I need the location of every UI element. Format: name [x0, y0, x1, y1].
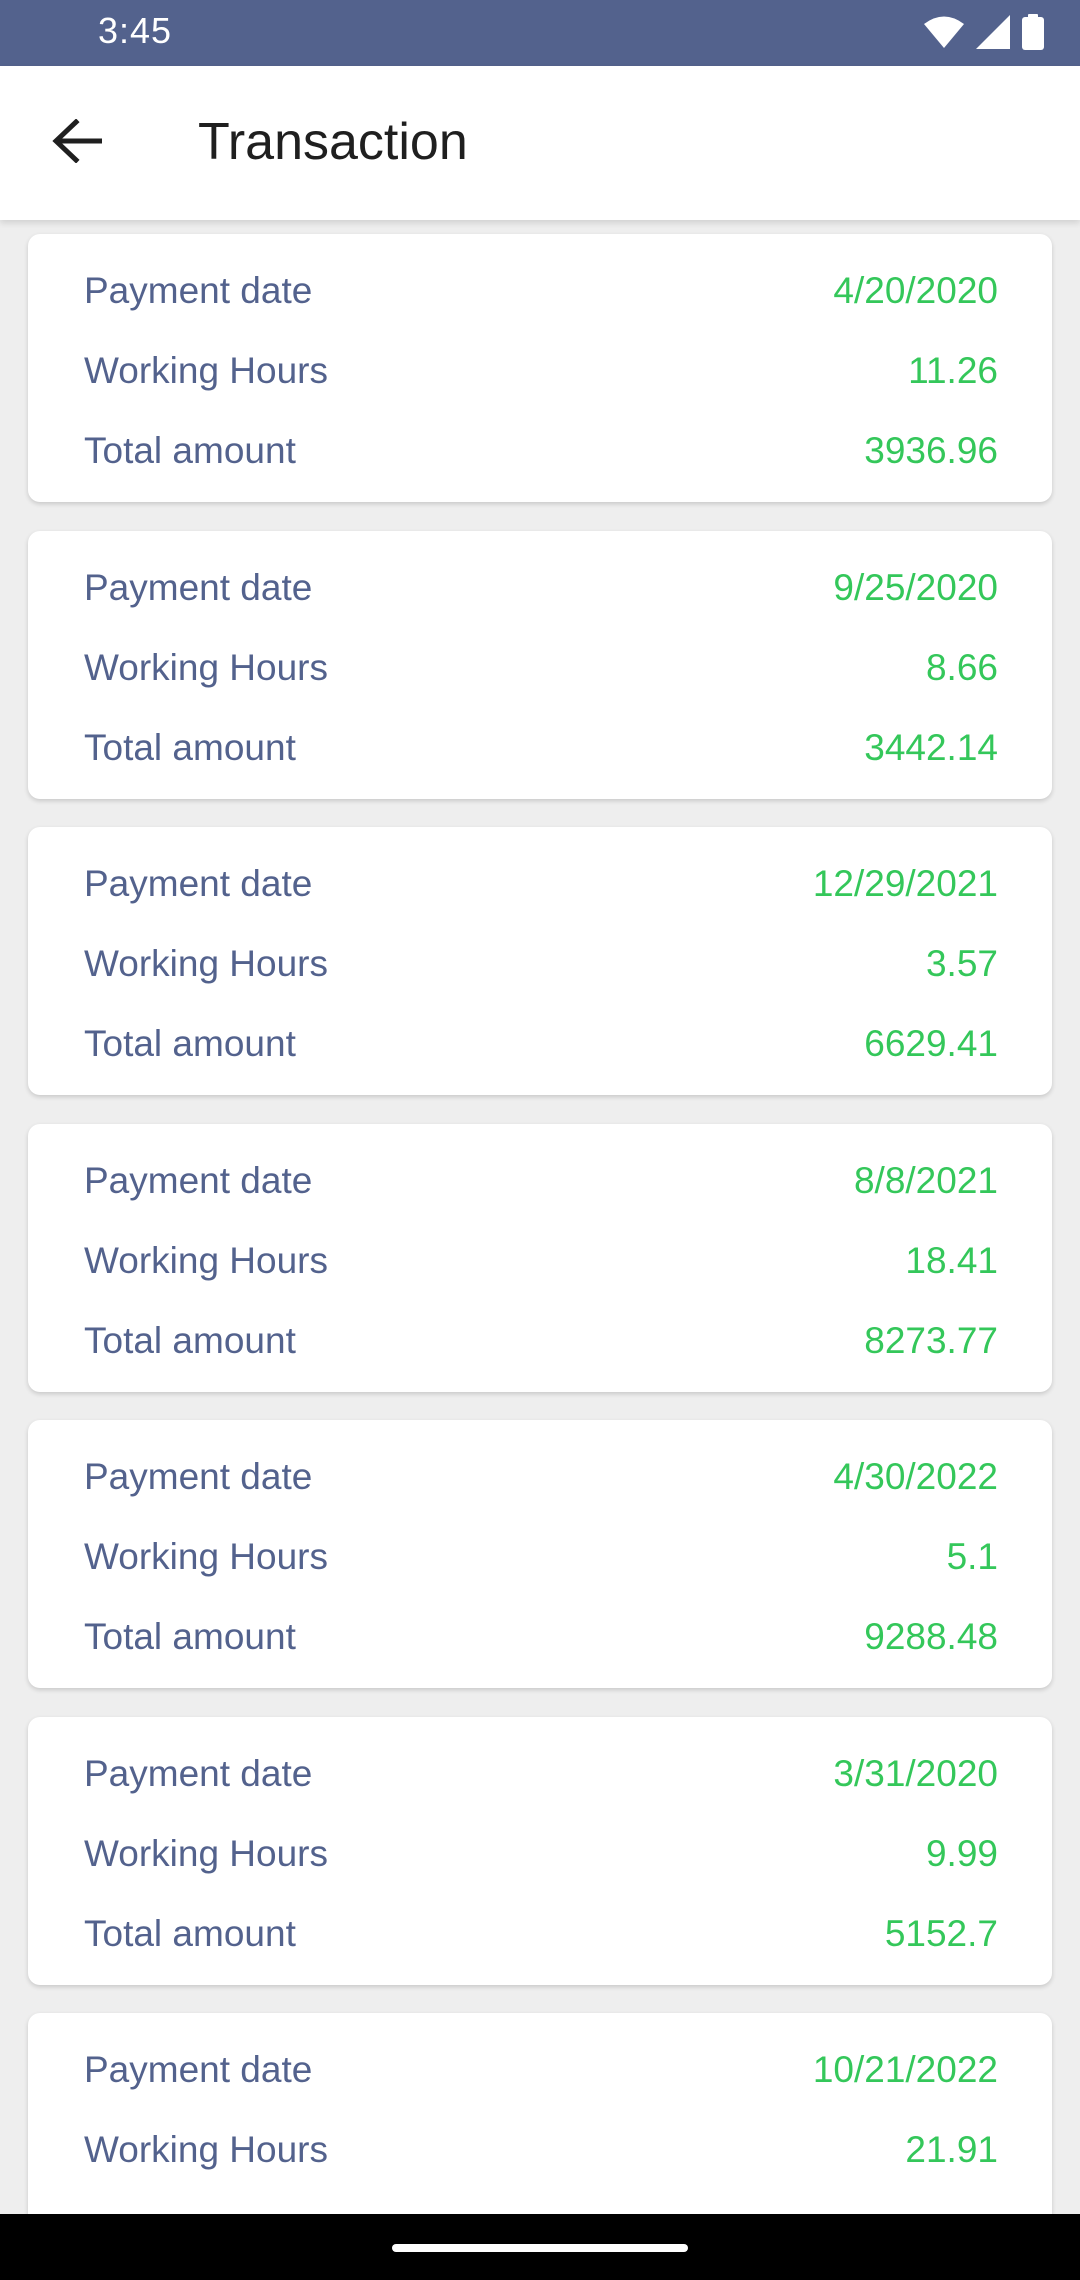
working-hours-row: Working Hours 3.57 — [84, 934, 998, 994]
wifi-icon — [924, 15, 964, 54]
working-hours-row: Working Hours 11.26 — [84, 341, 998, 401]
working-hours-value: 11.26 — [908, 350, 998, 391]
payment-date-label: Payment date — [84, 567, 313, 608]
payment-date-value: 9/25/2020 — [833, 567, 998, 608]
total-amount-label: Total amount — [84, 1320, 296, 1361]
back-button[interactable] — [44, 110, 110, 176]
working-hours-row: Working Hours 21.91 — [84, 2120, 998, 2180]
total-amount-value: 8273.77 — [864, 1320, 998, 1361]
payment-date-value: 3/31/2020 — [833, 1753, 998, 1794]
arrow-back-icon — [52, 117, 103, 168]
total-amount-row: Total amount 9288.48 — [84, 1607, 998, 1667]
payment-date-row: Payment date 10/21/2022 — [84, 2040, 998, 2100]
status-icons — [924, 13, 1044, 55]
total-amount-value: 3442.14 — [864, 727, 998, 768]
working-hours-label: Working Hours — [84, 1833, 329, 1874]
working-hours-row: Working Hours 9.99 — [84, 1824, 998, 1884]
transaction-card[interactable]: Payment date 9/25/2020 Working Hours 8.6… — [28, 531, 1052, 799]
total-amount-label: Total amount — [84, 430, 296, 471]
total-amount-label: Total amount — [84, 1616, 296, 1657]
working-hours-value: 8.66 — [925, 647, 998, 688]
working-hours-row: Working Hours 5.1 — [84, 1527, 998, 1587]
transaction-card[interactable]: Payment date 4/20/2020 Working Hours 11.… — [28, 234, 1052, 502]
home-handle[interactable] — [392, 2244, 688, 2252]
payment-date-label: Payment date — [84, 270, 313, 311]
total-amount-value: 9288.48 — [864, 1616, 998, 1657]
total-amount-label: Total amount — [84, 1913, 296, 1954]
working-hours-row: Working Hours 18.41 — [84, 1231, 998, 1291]
battery-icon — [1022, 13, 1044, 55]
total-amount-value: 5152.7 — [884, 1913, 998, 1954]
payment-date-row: Payment date 12/29/2021 — [84, 854, 998, 914]
navigation-bar — [0, 2214, 1080, 2280]
payment-date-row: Payment date 3/31/2020 — [84, 1744, 998, 1804]
working-hours-label: Working Hours — [84, 647, 329, 688]
total-amount-value: 3936.96 — [864, 430, 998, 471]
working-hours-label: Working Hours — [84, 1240, 329, 1281]
total-amount-row: Total amount 5152.7 — [84, 1904, 998, 1964]
working-hours-label: Working Hours — [84, 2129, 329, 2170]
total-amount-label: Total amount — [84, 1023, 296, 1064]
working-hours-row: Working Hours 8.66 — [84, 638, 998, 698]
payment-date-label: Payment date — [84, 863, 313, 904]
working-hours-value: 9.99 — [925, 1833, 998, 1874]
transaction-card[interactable]: Payment date 10/21/2022 Working Hours 21… — [28, 2013, 1052, 2214]
total-amount-row: Total amount 8273.77 — [84, 1311, 998, 1371]
payment-date-label: Payment date — [84, 1753, 313, 1794]
working-hours-value: 5.1 — [946, 1536, 998, 1577]
total-amount-value: 6629.41 — [864, 1023, 998, 1064]
app-bar: Transaction — [0, 66, 1080, 220]
payment-date-value: 10/21/2022 — [812, 2049, 998, 2090]
total-amount-label: Total amount — [84, 727, 296, 768]
payment-date-label: Payment date — [84, 1160, 313, 1201]
page-title: Transaction — [198, 113, 468, 171]
payment-date-value: 4/30/2022 — [833, 1456, 998, 1497]
payment-date-row: Payment date 8/8/2021 — [84, 1151, 998, 1211]
payment-date-row: Payment date 4/30/2022 — [84, 1447, 998, 1507]
payment-date-value: 4/20/2020 — [833, 270, 998, 311]
status-time: 3:45 — [98, 10, 173, 51]
payment-date-value: 12/29/2021 — [812, 863, 998, 904]
payment-date-row: Payment date 9/25/2020 — [84, 558, 998, 618]
working-hours-value: 21.91 — [905, 2129, 998, 2170]
working-hours-label: Working Hours — [84, 350, 329, 391]
transaction-card[interactable]: Payment date 12/29/2021 Working Hours 3.… — [28, 827, 1052, 1095]
payment-date-label: Payment date — [84, 1456, 313, 1497]
transaction-card[interactable]: Payment date 4/30/2022 Working Hours 5.1… — [28, 1420, 1052, 1688]
payment-date-label: Payment date — [84, 2049, 313, 2090]
total-amount-row: Total amount 3936.96 — [84, 421, 998, 481]
payment-date-row: Payment date 4/20/2020 — [84, 261, 998, 321]
working-hours-label: Working Hours — [84, 943, 329, 984]
transaction-list[interactable]: Payment date 4/20/2020 Working Hours 11.… — [0, 220, 1080, 2214]
working-hours-label: Working Hours — [84, 1536, 329, 1577]
transaction-card[interactable]: Payment date 8/8/2021 Working Hours 18.4… — [28, 1124, 1052, 1392]
payment-date-value: 8/8/2021 — [853, 1160, 998, 1201]
working-hours-value: 3.57 — [925, 943, 998, 984]
signal-icon — [976, 14, 1010, 54]
transaction-card[interactable]: Payment date 3/31/2020 Working Hours 9.9… — [28, 1717, 1052, 1985]
status-bar: 3:45 — [0, 0, 1080, 66]
total-amount-row: Total amount 3442.14 — [84, 718, 998, 778]
total-amount-row: Total amount 6629.41 — [84, 1014, 998, 1074]
working-hours-value: 18.41 — [905, 1240, 998, 1281]
